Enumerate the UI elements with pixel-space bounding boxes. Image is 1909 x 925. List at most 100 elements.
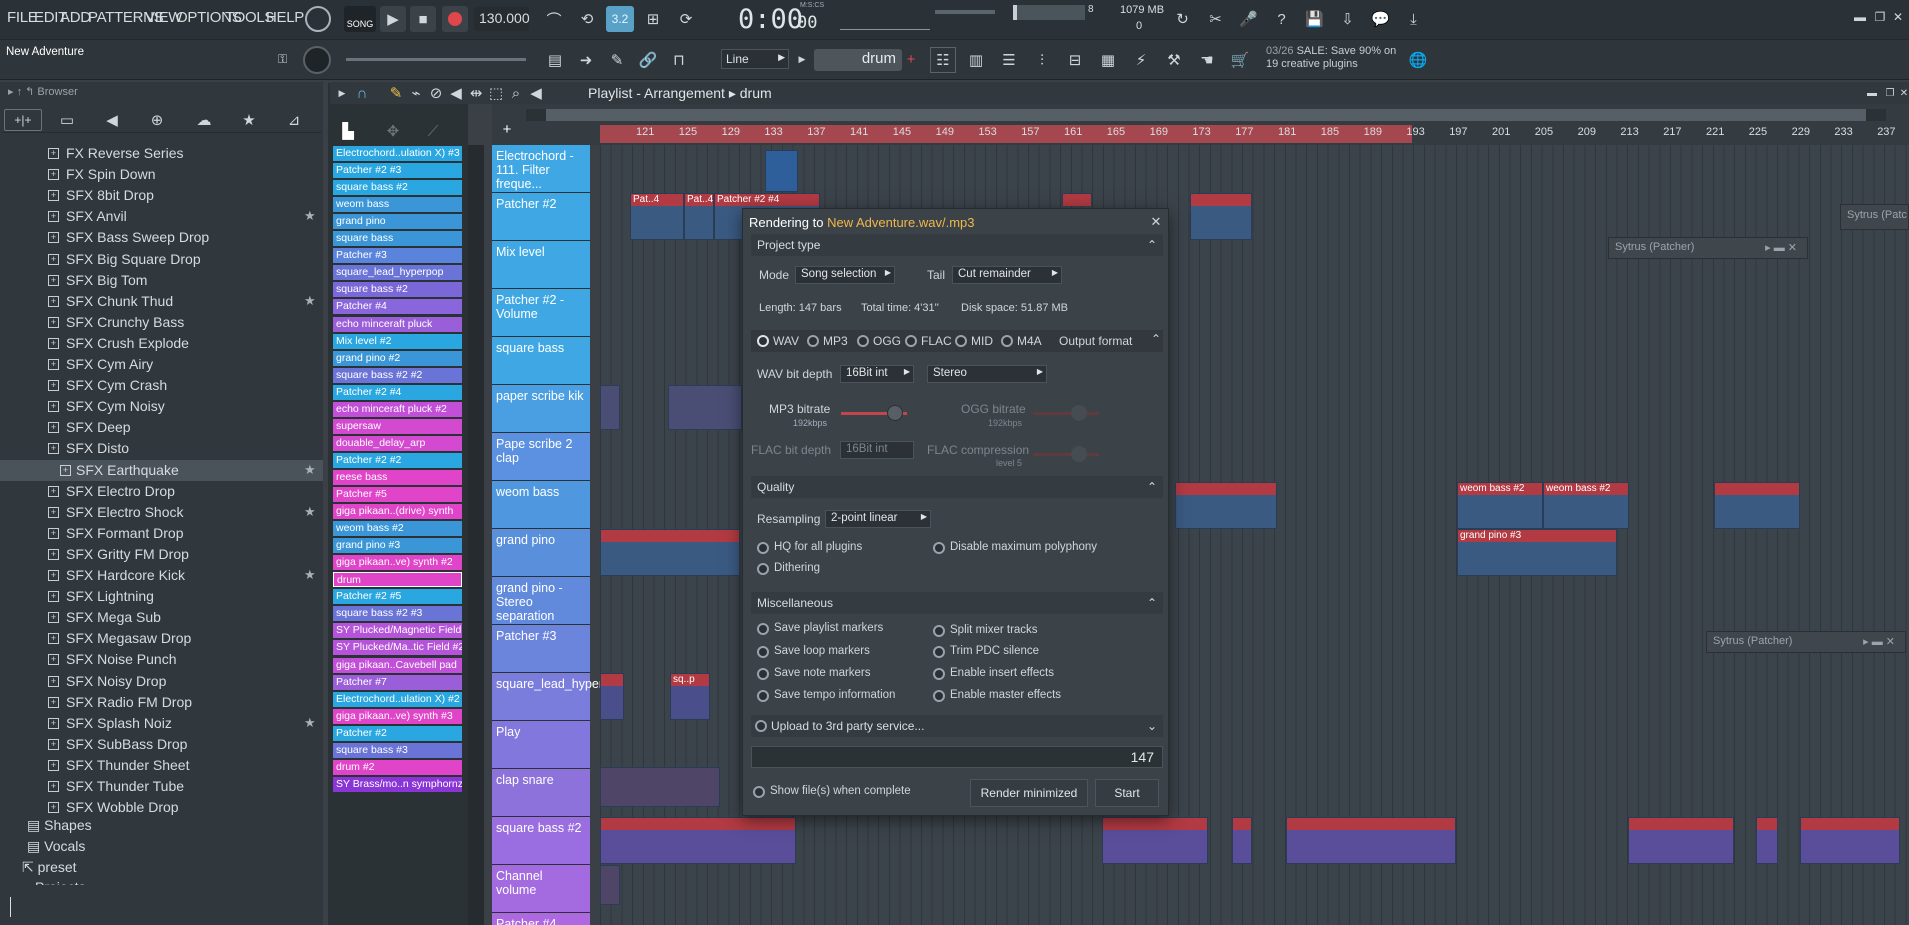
expand-icon[interactable]: + <box>48 738 59 750</box>
playlist-clip[interactable]: grand pino #3 <box>1457 529 1617 576</box>
collapse-icon[interactable]: ⌃ <box>1147 238 1157 252</box>
expand-icon[interactable]: + <box>48 781 59 792</box>
playlist-minimize-icon[interactable]: ▬ <box>1865 85 1879 101</box>
playlist-clip[interactable] <box>1175 482 1277 529</box>
misc-section[interactable]: Miscellaneous ⌃ <box>751 592 1163 614</box>
expand-icon[interactable]: + <box>60 464 71 476</box>
playlist-clip[interactable] <box>1286 817 1456 864</box>
browser-item[interactable]: + SFX Cym Crash <box>0 375 323 396</box>
picker-item[interactable]: grand pino <box>333 214 462 230</box>
favorite-star-icon[interactable]: ★ <box>304 462 316 478</box>
menu-file[interactable]: FILE <box>7 9 38 26</box>
undo-icon[interactable]: ↻ <box>1169 5 1196 33</box>
paint-icon[interactable]: ⌁ <box>408 84 424 102</box>
enable-insert-checkbox[interactable] <box>933 668 945 680</box>
browser-item[interactable]: + SFX Splash Noiz ★ <box>0 713 323 734</box>
files-tab-icon[interactable]: ▭ <box>57 109 77 131</box>
render-minimized-button[interactable]: Render minimized <box>970 779 1088 807</box>
cloud-tab-icon[interactable]: ☁ <box>194 109 214 131</box>
picker-item[interactable]: weom bass <box>333 197 462 213</box>
draw-icon[interactable]: ✎ <box>605 48 629 72</box>
browser-item[interactable]: + FX Reverse Series <box>0 143 323 164</box>
time-display[interactable]: 0:00 <box>738 4 803 35</box>
record-button[interactable] <box>442 6 468 32</box>
pitch-slider[interactable] <box>935 10 995 14</box>
favorites-tab-icon[interactable]: ★ <box>239 109 259 131</box>
browser-item[interactable]: + SFX Noise Punch <box>0 649 323 670</box>
expand-icon[interactable]: + <box>48 359 59 370</box>
expand-icon[interactable]: + <box>48 527 59 539</box>
browser-item[interactable]: + SFX Disto <box>0 438 323 459</box>
expand-icon[interactable]: + <box>48 506 59 518</box>
slip-icon[interactable]: ⇹ <box>468 84 484 102</box>
browser-item[interactable]: + SFX Noisy Drop <box>0 671 323 692</box>
pattern-prev-icon[interactable]: ▶ <box>795 49 809 69</box>
picker-item[interactable]: Patcher #2 #3 <box>333 163 462 179</box>
save-markers-checkbox[interactable] <box>757 623 769 635</box>
picker-item[interactable]: square bass #2 #2 <box>333 367 462 383</box>
wait-icon[interactable]: ⟲ <box>573 6 601 32</box>
picker-item[interactable]: drum #2 <box>333 759 462 775</box>
tail-dropdown[interactable]: Cut remainder ▶ <box>952 266 1062 284</box>
upload-checkbox[interactable] <box>755 720 767 732</box>
menu-add[interactable]: ADD <box>60 9 91 26</box>
channels-dropdown[interactable]: Stereo ▶ <box>927 365 1047 383</box>
track-header[interactable]: Mix level <box>492 241 590 289</box>
picker-scrollbar[interactable] <box>468 145 484 925</box>
folder-vocals[interactable]: ▤ Vocals <box>27 838 85 855</box>
picker-item[interactable]: square bass #3 <box>333 742 462 758</box>
enable-master-checkbox[interactable] <box>933 690 945 702</box>
favorite-star-icon[interactable]: ★ <box>304 567 316 583</box>
download-icon[interactable]: ⤓ <box>1400 5 1427 33</box>
track-header[interactable]: grand pino <box>492 529 590 577</box>
picker-item[interactable]: grand pino #2 <box>333 350 462 366</box>
start-button[interactable]: Start <box>1095 779 1159 807</box>
format-wav-radio[interactable] <box>757 335 769 347</box>
playlist-close-icon[interactable]: ✕ <box>1899 85 1909 101</box>
track-header[interactable]: square_lead_hyperpop <box>492 673 624 721</box>
browser-item[interactable]: + SFX Anvil ★ <box>0 206 323 227</box>
help-icon[interactable]: ? <box>1268 5 1295 33</box>
pattern-selector[interactable]: drum <box>814 49 902 71</box>
picker-item[interactable]: SY Plucked/Ma..tic Field #2 <box>333 640 462 656</box>
wav-bit-dropdown[interactable]: 16Bit int ▶ <box>840 365 914 383</box>
zoom-icon[interactable]: ⌕ <box>508 84 524 102</box>
picker-item[interactable]: Patcher #5 <box>333 487 462 502</box>
browser-item[interactable]: + SFX Big Tom <box>0 270 323 291</box>
favorite-star-icon[interactable]: ★ <box>304 715 316 731</box>
picker-item[interactable]: reese bass <box>333 469 462 485</box>
picker-auto-icon[interactable]: ⟋ <box>423 121 443 141</box>
track-header[interactable]: Play <box>492 721 590 769</box>
expand-icon[interactable]: + <box>48 148 59 159</box>
playlist-restore-icon[interactable]: ❐ <box>1883 85 1897 101</box>
resampling-dropdown[interactable]: 2-point linear ▶ <box>825 510 931 528</box>
browser-item[interactable]: + SFX SubBass Drop <box>0 734 323 755</box>
track-header[interactable]: Patcher #3 <box>492 625 590 673</box>
folder-preset[interactable]: ⇱ preset <box>22 859 77 876</box>
format-ogg-radio[interactable] <box>857 335 869 347</box>
expand-icon[interactable]: + <box>48 316 59 328</box>
picker-item[interactable]: giga pikaan..ve) synth #2 <box>333 555 462 571</box>
loop-record-icon[interactable]: ⟳ <box>672 6 700 32</box>
show-files-checkbox[interactable] <box>753 786 765 798</box>
favorite-star-icon[interactable]: ★ <box>304 208 316 224</box>
cart-icon[interactable]: 🛒 <box>1227 47 1253 73</box>
picker-audio-icon[interactable]: ✥ <box>383 121 403 141</box>
playlist-clip[interactable] <box>600 385 620 430</box>
browser-item[interactable]: + SFX Lightning <box>0 586 323 607</box>
collapse-icon[interactable]: ⌃ <box>1151 332 1161 346</box>
playlist-icon[interactable]: ☷ <box>930 47 956 73</box>
browser-item[interactable]: + FX Spin Down <box>0 164 323 185</box>
expand-icon[interactable]: + <box>48 169 59 181</box>
browser-item[interactable]: + SFX Deep <box>0 417 323 438</box>
browser-item[interactable]: + SFX Formant Drop <box>0 523 323 544</box>
track-header[interactable]: grand pino - Stereo separation <box>492 577 590 625</box>
browser-item[interactable]: + SFX Megasaw Drop <box>0 628 323 649</box>
piano-roll-icon[interactable]: ▤ <box>543 48 567 72</box>
hand-icon[interactable]: ☚ <box>1194 47 1220 73</box>
split-mixer-checkbox[interactable] <box>933 625 945 637</box>
all-tab-icon[interactable]: +|+ <box>4 109 42 131</box>
browser-item[interactable]: + SFX Mega Sub <box>0 607 323 628</box>
lock-icon[interactable]: ⚿ <box>278 52 287 67</box>
picker-item[interactable]: Patcher #2 #5 <box>333 589 462 605</box>
